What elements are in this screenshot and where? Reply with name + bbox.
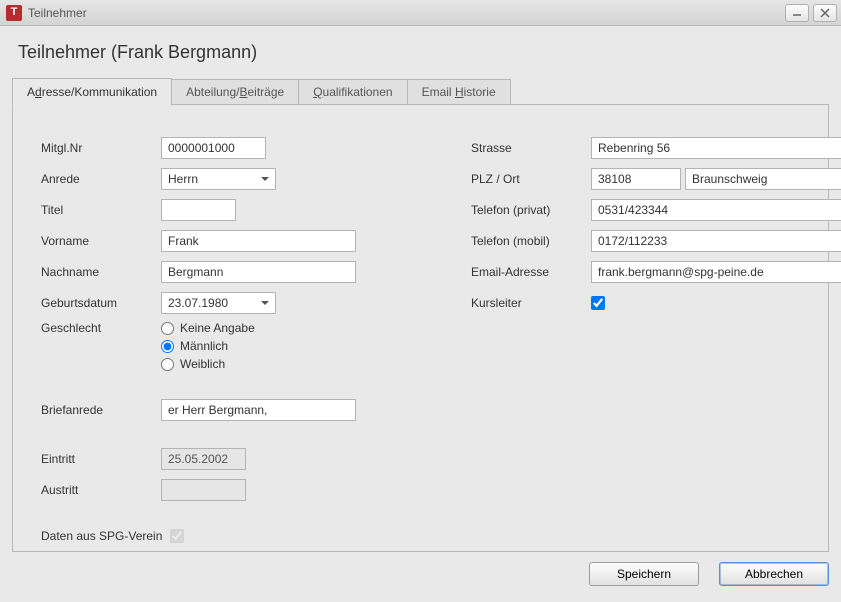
tab-abteilung-beitraege[interactable]: Abteilung/Beiträge [171,79,299,105]
radio-keine[interactable] [161,322,174,335]
telefon-mobil-input[interactable] [591,230,841,252]
telefon-privat-input[interactable] [591,199,841,221]
label-vorname: Vorname [41,234,161,248]
radio-weiblich[interactable] [161,358,174,371]
label-eintritt: Eintritt [41,452,161,466]
ort-input[interactable] [685,168,841,190]
label-strasse: Strasse [471,141,591,155]
geburtsdatum-input[interactable]: 23.07.1980 [161,292,276,314]
nachname-input[interactable] [161,261,356,283]
titel-input[interactable] [161,199,236,221]
label-kursleiter: Kursleiter [471,296,591,310]
geschlecht-option-maennlich[interactable]: Männlich [161,339,255,353]
label-telefon-mobil: Telefon (mobil) [471,234,591,248]
label-geburtsdatum: Geburtsdatum [41,296,161,310]
label-daten-aus-spg: Daten aus SPG-Verein [41,529,162,543]
app-icon: T [6,5,22,21]
title-bar: T Teilnehmer [0,0,841,26]
kursleiter-checkbox[interactable] [591,296,605,310]
email-input[interactable] [591,261,841,283]
radio-label: Weiblich [180,357,225,371]
save-button[interactable]: Speichern [589,562,699,586]
tab-qualifikationen[interactable]: Qualifikationen [298,79,407,105]
label-plz-ort: PLZ / Ort [471,172,591,186]
page-title: Teilnehmer (Frank Bergmann) [18,42,827,63]
minimize-button[interactable] [785,4,809,22]
geschlecht-option-keine[interactable]: Keine Angabe [161,321,255,335]
briefanrede-input[interactable] [161,399,356,421]
label-nachname: Nachname [41,265,161,279]
plz-input[interactable] [591,168,681,190]
geschlecht-radio-group: Keine Angabe Männlich Weiblich [161,319,255,371]
cancel-button[interactable]: Abbrechen [719,562,829,586]
label-geschlecht: Geschlecht [41,319,161,335]
chevron-down-icon [261,301,269,305]
austritt-value [161,479,246,501]
daten-aus-spg-checkbox [170,529,184,543]
tab-strip: Adresse/Kommunikation Abteilung/Beiträge… [12,77,829,104]
geschlecht-option-weiblich[interactable]: Weiblich [161,357,255,371]
label-austritt: Austritt [41,483,161,497]
tab-panel: Mitgl.Nr Anrede Herrn Titel [12,104,829,552]
anrede-value: Herrn [168,172,198,186]
footer: Speichern Abbrechen [12,562,829,586]
window-title: Teilnehmer [28,6,87,20]
label-telefon-privat: Telefon (privat) [471,203,591,217]
eintritt-value: 25.05.2002 [161,448,246,470]
label-email: Email-Adresse [471,265,591,279]
radio-maennlich[interactable] [161,340,174,353]
radio-label: Keine Angabe [180,321,255,335]
radio-label: Männlich [180,339,228,353]
label-mitgl-nr: Mitgl.Nr [41,141,161,155]
label-anrede: Anrede [41,172,161,186]
chevron-down-icon [261,177,269,181]
label-titel: Titel [41,203,161,217]
geburtsdatum-value: 23.07.1980 [168,296,228,310]
close-button[interactable] [813,4,837,22]
mitgl-nr-input[interactable] [161,137,266,159]
strasse-input[interactable] [591,137,841,159]
anrede-select[interactable]: Herrn [161,168,276,190]
tab-adresse-kommunikation[interactable]: Adresse/Kommunikation [12,78,172,106]
label-briefanrede: Briefanrede [41,403,161,417]
tab-email-historie[interactable]: Email Historie [407,79,511,105]
vorname-input[interactable] [161,230,356,252]
